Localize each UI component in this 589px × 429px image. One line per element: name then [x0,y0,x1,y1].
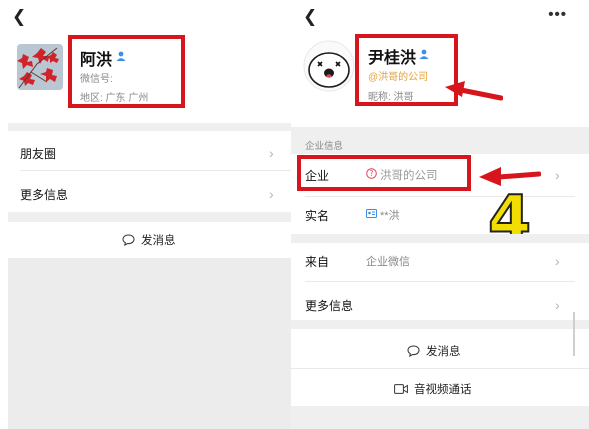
divider [20,170,291,171]
section-separator [8,212,291,222]
back-icon[interactable]: ❮ [303,8,319,26]
menu-item-label: 朋友圈 [20,147,57,161]
video-call-button[interactable]: 音视频通话 [394,381,472,397]
menu-item-label: 更多信息 [20,188,69,202]
chat-bubble-icon [122,234,135,246]
scrollbar-thumb[interactable] [573,312,575,356]
id-card-icon [366,209,377,218]
chevron-right-icon: › [555,253,560,269]
chevron-right-icon: › [555,167,560,183]
source-value: 企业微信 [366,256,410,268]
chevron-right-icon: › [269,145,274,161]
avatar[interactable] [17,44,63,90]
bear-avatar-image [303,40,355,92]
divider [305,281,575,282]
bottom-area [291,406,589,429]
source-label: 来自 [305,255,330,269]
highlight-box [68,35,185,108]
section-separator [291,320,589,329]
more-info-label: 更多信息 [305,299,354,313]
send-message-label: 发消息 [426,346,461,358]
avatar[interactable] [303,40,355,92]
chat-bubble-icon [407,345,420,357]
back-icon[interactable]: ❮ [12,8,28,26]
more-icon[interactable]: ••• [548,7,567,22]
empty-area [8,258,291,429]
red-arrow-icon [445,81,503,101]
left-profile-screen: ❮ 阿洪 微信号: 地区: 广东 广州 朋友圈 › 更多信息 › 发消息 [0,0,291,429]
chevron-right-icon: › [269,186,274,202]
section-separator [291,234,589,243]
right-profile-screen: ❮ ••• 尹桂洪 @洪哥的公司 昵称: 洪哥 企业信息 企业 ? 洪哥的公司 … [291,0,589,429]
section-separator [8,123,291,131]
send-message-button[interactable]: 发消息 [122,232,176,248]
send-message-label: 发消息 [141,235,176,247]
send-message-button[interactable]: 发消息 [407,343,461,359]
highlight-box [297,155,471,191]
divider [291,368,589,369]
divider [305,196,575,197]
section-title: 企业信息 [305,141,344,152]
video-camera-icon [394,384,408,394]
video-call-label: 音视频通话 [414,384,472,396]
realname-label: 实名 [305,209,330,223]
realname-value: **洪 [380,210,400,222]
red-leaves-avatar-image [17,44,63,90]
chevron-right-icon: › [555,297,560,313]
